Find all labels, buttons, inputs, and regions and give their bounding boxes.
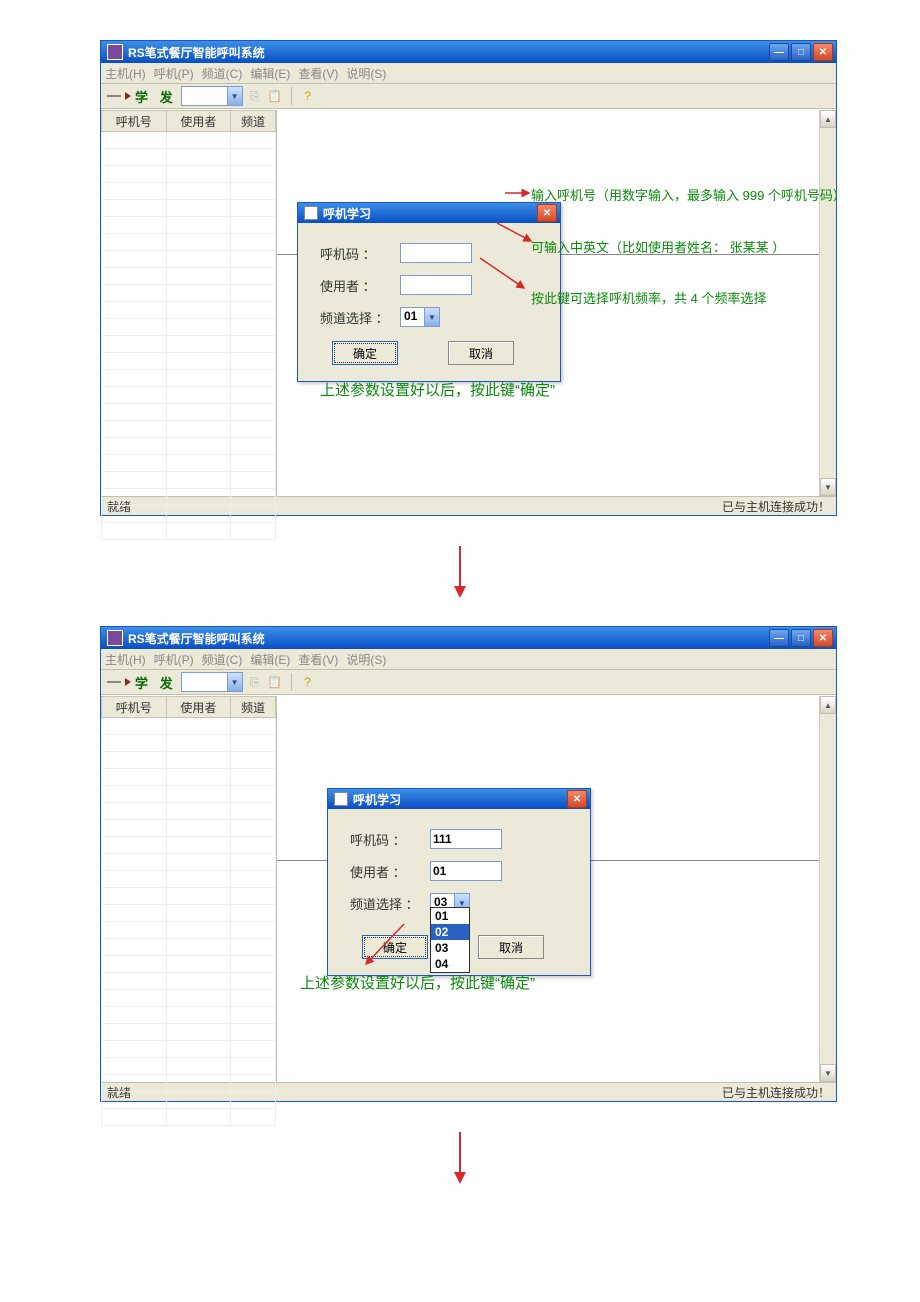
- scrollbar[interactable]: ▲ ▼: [819, 696, 836, 1082]
- sidebar: 呼机号 使用者 频道: [101, 110, 277, 496]
- menu-help[interactable]: 说明(S): [346, 65, 386, 82]
- menu-host[interactable]: 主机(H): [105, 651, 146, 668]
- toolbar-text[interactable]: 学 发: [135, 673, 177, 692]
- toolbar-combo[interactable]: ▼: [181, 672, 243, 692]
- col-pager-id[interactable]: 呼机号: [102, 697, 167, 718]
- chevron-down-icon[interactable]: ▼: [424, 308, 439, 326]
- minimize-button[interactable]: —: [769, 629, 789, 647]
- dialog-close-button[interactable]: ✕: [567, 790, 587, 808]
- copy-icon[interactable]: ⎘: [247, 88, 263, 104]
- annotation-2: 可输入中英文（比如使用者姓名： 张某某 ）: [531, 237, 785, 256]
- scroll-up-icon[interactable]: ▲: [820, 110, 836, 128]
- status-right: 已与主机连接成功！: [722, 1084, 830, 1101]
- user-input[interactable]: [400, 275, 472, 295]
- toolbar-sep-icon: [107, 681, 121, 683]
- col-channel[interactable]: 频道: [231, 111, 276, 132]
- paste-icon[interactable]: 📋: [267, 674, 283, 690]
- toolbar-arrow-icon: [125, 678, 131, 686]
- flow-arrow-stem: [459, 546, 461, 586]
- flow-arrow-icon: [454, 586, 466, 598]
- menu-host[interactable]: 主机(H): [105, 65, 146, 82]
- label-user: 使用者 ：: [320, 276, 400, 295]
- copy-icon[interactable]: ⎘: [247, 674, 263, 690]
- annotation-3: 按此键可选择呼机频率，共 4 个频率选择: [531, 288, 766, 307]
- label-channel: 频道选择 ：: [320, 308, 400, 327]
- toolbar: 学 发 ▼ ⎘ 📋 ?: [101, 670, 836, 695]
- col-channel[interactable]: 频道: [231, 697, 276, 718]
- annotation-confirm-1: 上述参数设置好以后，按此键“确定”: [320, 379, 555, 400]
- code-input[interactable]: [430, 829, 502, 849]
- menu-edit[interactable]: 编辑(E): [250, 65, 290, 82]
- scroll-down-icon[interactable]: ▼: [820, 478, 836, 496]
- label-channel: 频道选择 ：: [350, 894, 430, 913]
- titlebar[interactable]: RS笔式餐厅智能呼叫系统 — □ ✕: [101, 41, 836, 63]
- annotation-confirm-2: 上述参数设置好以后，按此键“确定”: [300, 972, 535, 993]
- sidebar: 呼机号 使用者 频道: [101, 696, 277, 1082]
- toolbar-sep-icon: [107, 95, 121, 97]
- dialog-close-button[interactable]: ✕: [537, 204, 557, 222]
- toolbar-arrow-icon: [125, 92, 131, 100]
- help-icon[interactable]: ?: [300, 88, 316, 104]
- channel-select[interactable]: 01 ▼: [400, 307, 440, 327]
- col-pager-id[interactable]: 呼机号: [102, 111, 167, 132]
- maximize-button[interactable]: □: [791, 43, 811, 61]
- option-02[interactable]: 02: [431, 924, 469, 940]
- scroll-down-icon[interactable]: ▼: [820, 1064, 836, 1082]
- col-user[interactable]: 使用者: [166, 111, 231, 132]
- scrollbar[interactable]: ▲ ▼: [819, 110, 836, 496]
- pager-table[interactable]: 呼机号 使用者 频道: [101, 110, 276, 540]
- close-button[interactable]: ✕: [813, 43, 833, 61]
- app-window-2: RS笔式餐厅智能呼叫系统 — □ ✕ 主机(H) 呼机(P) 频道(C) 编辑(…: [100, 626, 837, 1102]
- flow-arrow-icon: [454, 1172, 466, 1184]
- minimize-button[interactable]: —: [769, 43, 789, 61]
- option-04[interactable]: 04: [431, 956, 469, 972]
- menubar[interactable]: 主机(H) 呼机(P) 频道(C) 编辑(E) 查看(V) 说明(S): [101, 649, 836, 670]
- scroll-up-icon[interactable]: ▲: [820, 696, 836, 714]
- channel-dropdown[interactable]: 01 02 03 04: [430, 907, 470, 973]
- flow-arrow-stem: [459, 1132, 461, 1172]
- label-code: 呼机码 ：: [350, 830, 430, 849]
- user-input[interactable]: [430, 861, 502, 881]
- dialog-icon: [334, 792, 348, 806]
- option-01[interactable]: 01: [431, 908, 469, 924]
- app-icon: [107, 630, 123, 646]
- close-button[interactable]: ✕: [813, 629, 833, 647]
- option-03[interactable]: 03: [431, 940, 469, 956]
- toolbar: 学 发 ▼ ⎘ 📋 ?: [101, 84, 836, 109]
- annotation-1: 输入呼机号（用数字输入，最多输入 999 个呼机号码）: [531, 185, 846, 204]
- menu-channel[interactable]: 频道(C): [202, 65, 243, 82]
- menu-view[interactable]: 查看(V): [298, 651, 338, 668]
- app-icon: [107, 44, 123, 60]
- menu-pager[interactable]: 呼机(P): [154, 65, 194, 82]
- menu-edit[interactable]: 编辑(E): [250, 651, 290, 668]
- cancel-button[interactable]: 取消: [448, 341, 514, 365]
- app-title: RS笔式餐厅智能呼叫系统: [128, 44, 265, 61]
- maximize-button[interactable]: □: [791, 629, 811, 647]
- menubar[interactable]: 主机(H) 呼机(P) 频道(C) 编辑(E) 查看(V) 说明(S): [101, 63, 836, 84]
- toolbar-combo[interactable]: ▼: [181, 86, 243, 106]
- toolbar-text[interactable]: 学 发: [135, 87, 177, 106]
- help-icon[interactable]: ?: [300, 674, 316, 690]
- col-user[interactable]: 使用者: [166, 697, 231, 718]
- ok-button[interactable]: 确定: [332, 341, 398, 365]
- app-window-1: RS笔式餐厅智能呼叫系统 — □ ✕ 主机(H) 呼机(P) 频道(C) 编辑(…: [100, 40, 837, 516]
- menu-pager[interactable]: 呼机(P): [154, 651, 194, 668]
- app-title: RS笔式餐厅智能呼叫系统: [128, 630, 265, 647]
- channel-value: 01: [401, 308, 424, 326]
- pager-table[interactable]: 呼机号 使用者 频道: [101, 696, 276, 1126]
- dialog-icon: [304, 206, 318, 220]
- menu-view[interactable]: 查看(V): [298, 65, 338, 82]
- titlebar[interactable]: RS笔式餐厅智能呼叫系统 — □ ✕: [101, 627, 836, 649]
- status-right: 已与主机连接成功！: [722, 498, 830, 515]
- dialog-title: 呼机学习: [323, 205, 371, 222]
- paste-icon[interactable]: 📋: [267, 88, 283, 104]
- dialog-title: 呼机学习: [353, 791, 401, 808]
- code-input[interactable]: [400, 243, 472, 263]
- menu-channel[interactable]: 频道(C): [202, 651, 243, 668]
- menu-help[interactable]: 说明(S): [346, 651, 386, 668]
- label-code: 呼机码 ：: [320, 244, 400, 263]
- label-user: 使用者 ：: [350, 862, 430, 881]
- cancel-button[interactable]: 取消: [478, 935, 544, 959]
